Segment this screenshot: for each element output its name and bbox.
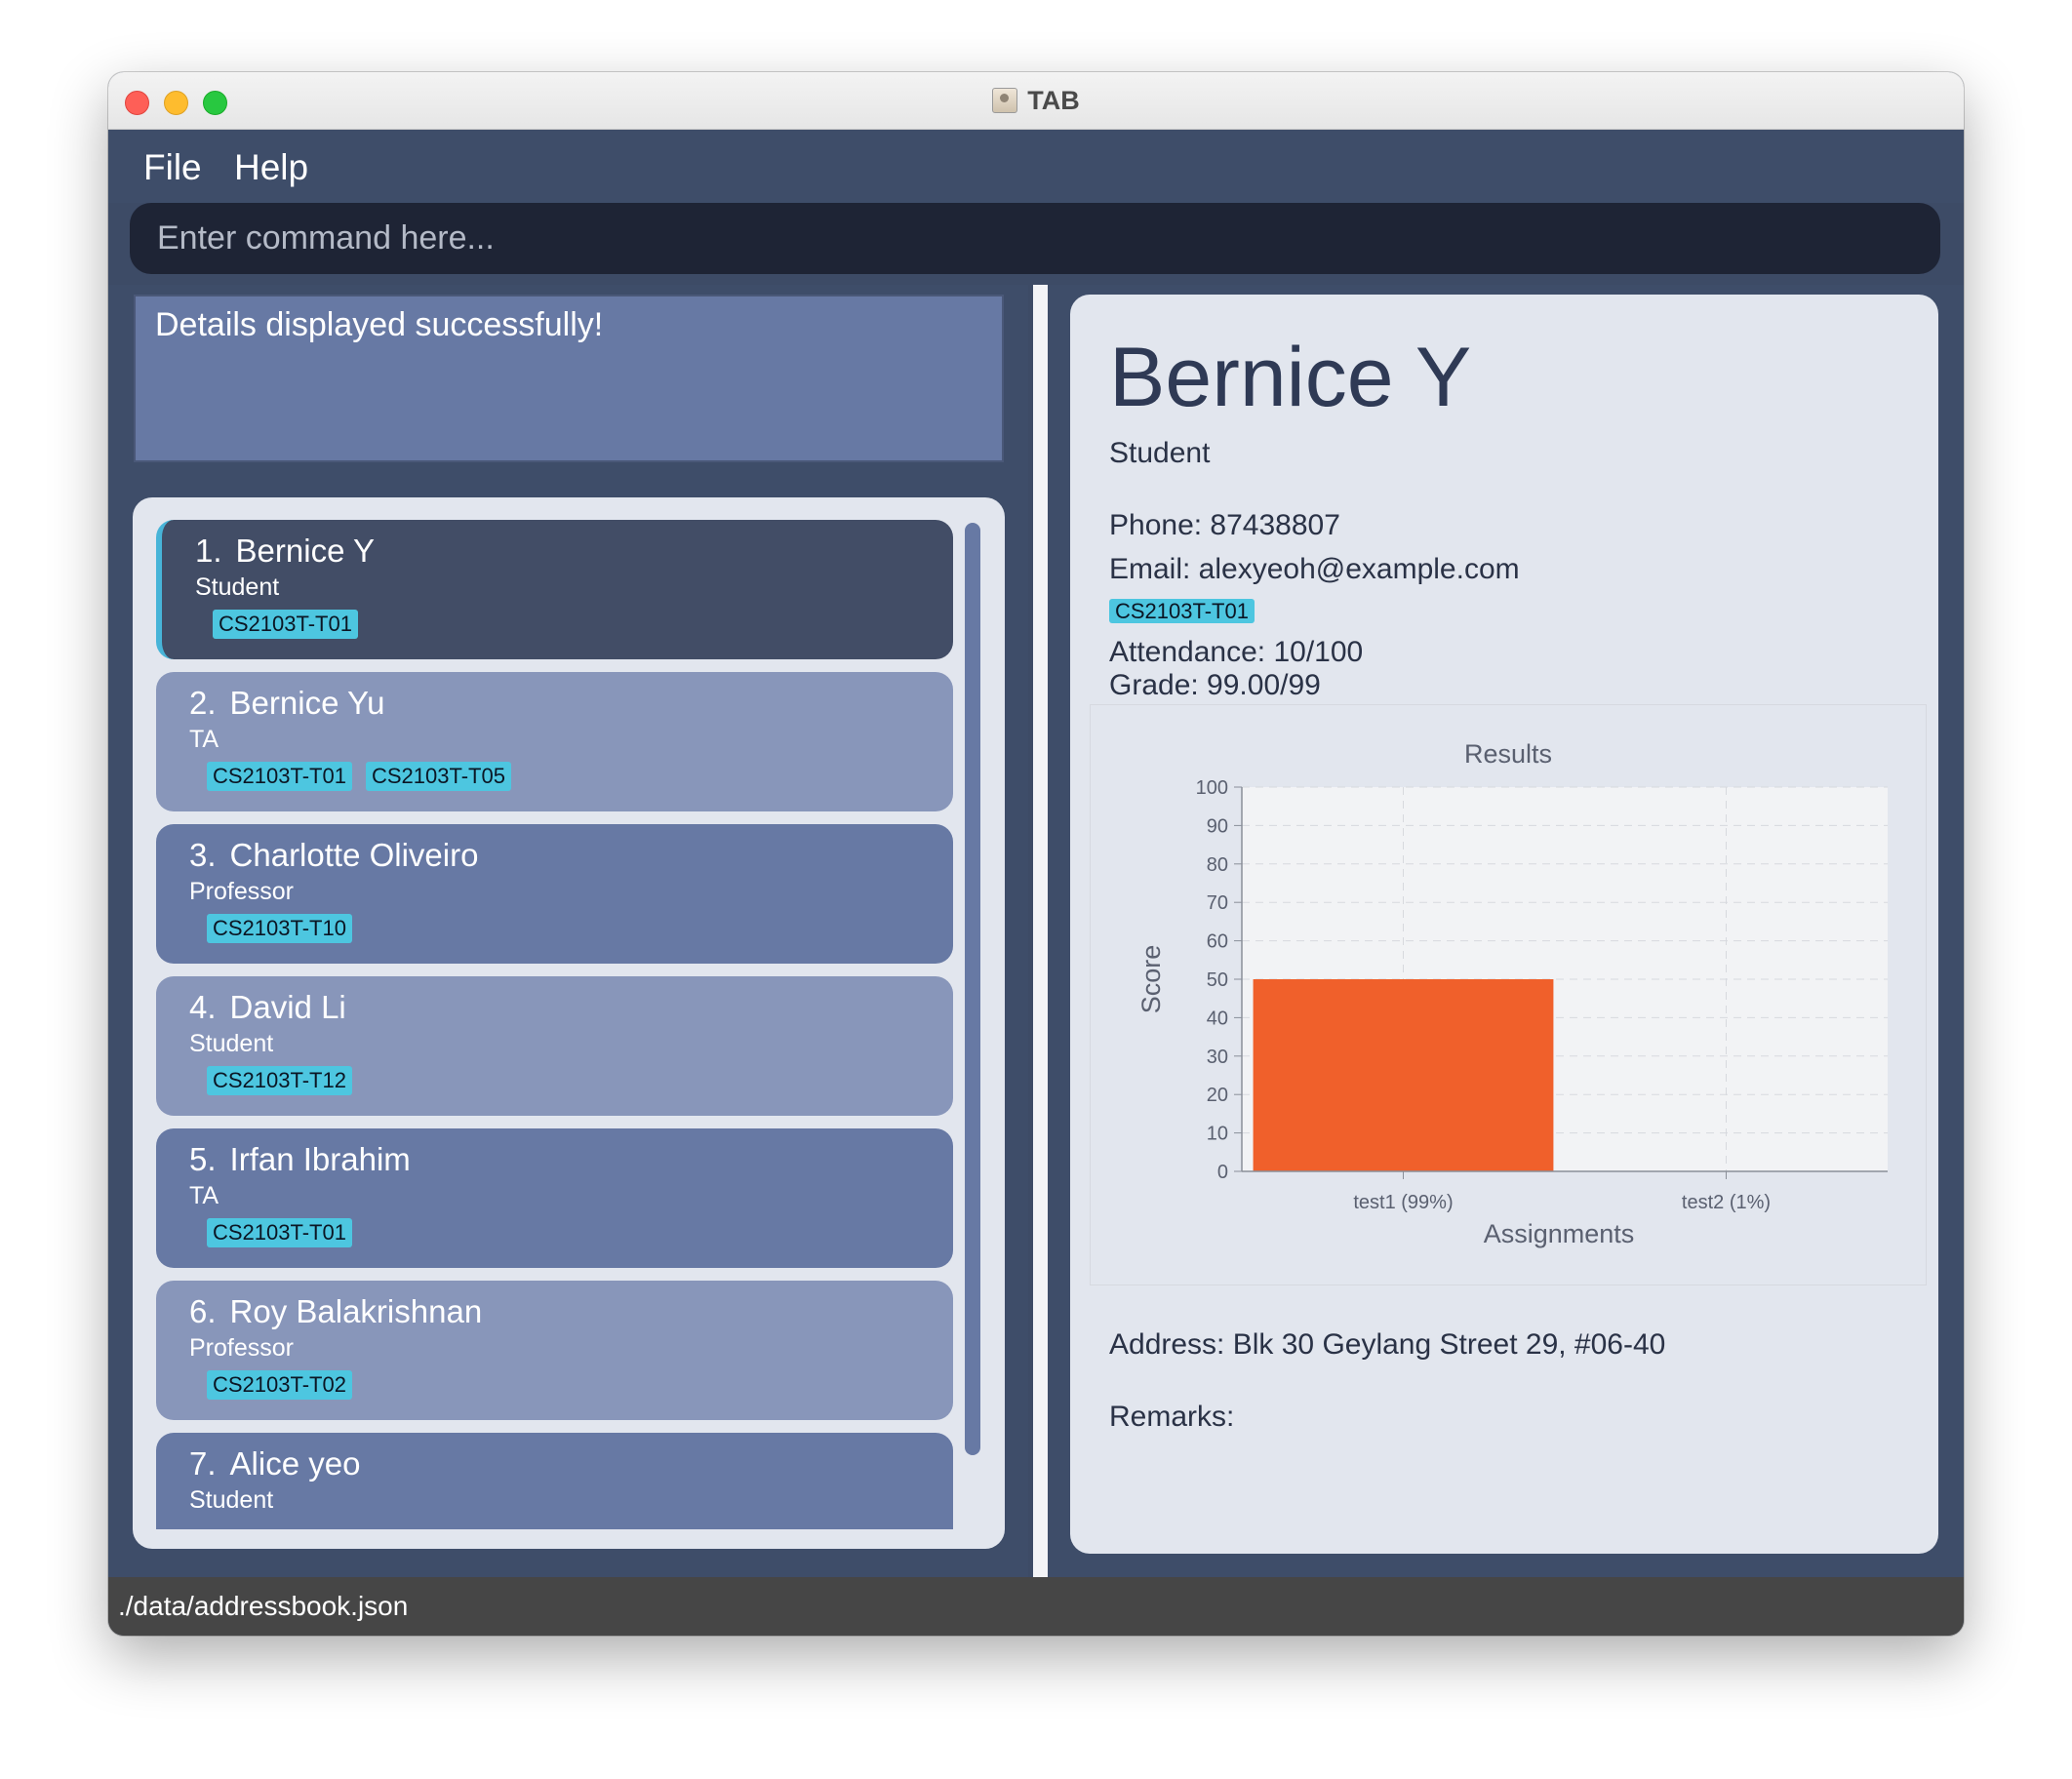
bar-1 <box>1253 979 1554 1171</box>
right-column: Bernice Y Student Phone: 87438807 Email:… <box>1048 285 1964 1577</box>
tag-badge: CS2103T-T01 <box>213 610 358 639</box>
person-card-name-text: Bernice Yu <box>229 685 385 721</box>
person-card-role: TA <box>189 1182 219 1209</box>
person-card-role: Student <box>189 1030 274 1057</box>
menu-help[interactable]: Help <box>234 147 308 188</box>
left-column: Details displayed successfully! 1. Bernic… <box>108 285 1028 1577</box>
person-card-index: 3. <box>189 837 217 873</box>
person-card[interactable]: 3. Charlotte Oliveiro Professor CS2103T-T10 <box>156 824 953 964</box>
person-card-tags: CS2103T-T02 <box>189 1370 920 1400</box>
person-card-role: Student <box>195 573 280 601</box>
results-chart-svg: 0 10 20 30 40 50 60 70 80 90 100 test1 (99%) test2 … <box>1136 739 1888 1248</box>
detail-tag: CS2103T-T01 <box>1109 599 1255 623</box>
command-box <box>130 203 1940 274</box>
person-card[interactable]: 7. Alice yeo Student <box>156 1433 953 1529</box>
person-card-index: 7. <box>189 1445 217 1482</box>
chart-title: Results <box>1464 739 1552 769</box>
window-title: TAB <box>1027 85 1080 115</box>
person-card-name: 3. Charlotte Oliveiro <box>189 834 920 877</box>
y-tick-label: 60 <box>1207 931 1228 953</box>
menu-file[interactable]: File <box>143 147 202 188</box>
person-card-index: 1. <box>195 533 222 569</box>
tag-badge: CS2103T-T10 <box>207 914 352 943</box>
person-card-name-text: Charlotte Oliveiro <box>229 837 479 873</box>
person-list-panel: 1. Bernice Y Student CS2103T-T01 2. Bernice Y… <box>133 497 1005 1549</box>
title-bar: TAB <box>108 72 1964 130</box>
person-card-index: 4. <box>189 989 217 1025</box>
y-tick-label: 30 <box>1207 1047 1228 1068</box>
person-card[interactable]: 2. Bernice Yu TA CS2103T-T01 CS2103T-T05 <box>156 672 953 811</box>
status-bar: ./data/addressbook.json <box>108 1577 1964 1636</box>
person-card-name-text: Alice yeo <box>229 1445 361 1482</box>
person-card-index: 5. <box>189 1141 217 1177</box>
person-card-tags: CS2103T-T01 <box>195 610 920 639</box>
detail-email: Email: alexyeoh@example.com <box>1109 553 1520 585</box>
app-window: TAB File Help Details displayed successf… <box>108 72 1964 1636</box>
person-card-tags: CS2103T-T12 <box>189 1066 920 1095</box>
detail-attendance: Attendance: 10/100 <box>1109 636 1364 668</box>
detail-phone: Phone: 87438807 <box>1109 509 1340 541</box>
person-card-name: 4. David Li <box>189 986 920 1029</box>
person-card-name: 1. Bernice Y <box>195 530 920 573</box>
person-card-index: 6. <box>189 1293 217 1329</box>
person-card-name-text: Bernice Y <box>235 533 376 569</box>
y-tick-label: 0 <box>1217 1162 1228 1183</box>
person-detail-panel: Bernice Y Student Phone: 87438807 Email:… <box>1070 295 1938 1554</box>
x-tick-label: test1 (99%) <box>1353 1192 1453 1213</box>
person-card[interactable]: 1. Bernice Y Student CS2103T-T01 <box>156 520 953 659</box>
chart-y-label: Score <box>1136 945 1166 1014</box>
y-tick-label: 70 <box>1207 892 1228 914</box>
status-file-path: ./data/addressbook.json <box>118 1591 409 1621</box>
person-card-name: 5. Irfan Ibrahim <box>189 1138 920 1181</box>
person-card-name-text: David Li <box>229 989 346 1025</box>
tag-badge: CS2103T-T05 <box>365 762 511 791</box>
detail-grade: Grade: 99.00/99 <box>1109 669 1321 701</box>
person-card[interactable]: 4. David Li Student CS2103T-T12 <box>156 976 953 1116</box>
person-card-tags: CS2103T-T10 <box>189 914 920 943</box>
person-card-tags: CS2103T-T01 <box>189 1218 920 1247</box>
y-tick-label: 90 <box>1207 815 1228 837</box>
y-tick-label: 40 <box>1207 1008 1228 1029</box>
person-card-role: Professor <box>189 878 294 905</box>
person-card-role: Professor <box>189 1334 294 1362</box>
detail-remarks: Remarks: <box>1109 1401 1235 1433</box>
tag-badge: CS2103T-T12 <box>207 1066 352 1095</box>
person-card-role: TA <box>189 726 219 753</box>
x-tick-label: test2 (1%) <box>1682 1192 1771 1213</box>
results-chart: 0 10 20 30 40 50 60 70 80 90 100 test1 (99%) test2 … <box>1090 704 1927 1285</box>
y-tick-label: 80 <box>1207 854 1228 876</box>
app-icon <box>992 88 1018 113</box>
command-input[interactable] <box>155 218 1940 258</box>
detail-role: Student <box>1109 437 1211 469</box>
person-card-tags: CS2103T-T01 CS2103T-T05 <box>189 762 920 791</box>
result-message: Details displayed successfully! <box>155 306 604 343</box>
y-tick-label: 20 <box>1207 1085 1228 1106</box>
person-card-name-text: Irfan Ibrahim <box>229 1141 411 1177</box>
split-divider[interactable] <box>1033 285 1048 1577</box>
chart-x-label: Assignments <box>1484 1219 1635 1248</box>
detail-address: Address: Blk 30 Geylang Street 29, #06-4… <box>1109 1328 1666 1361</box>
detail-name: Bernice Y <box>1109 331 1472 424</box>
person-card-name: 6. Roy Balakrishnan <box>189 1290 920 1333</box>
y-tick-label: 100 <box>1196 777 1228 799</box>
result-display: Details displayed successfully! <box>134 295 1004 462</box>
tag-badge: CS2103T-T01 <box>207 1218 352 1247</box>
list-scrollbar[interactable] <box>965 523 980 1455</box>
y-tick-label: 50 <box>1207 969 1228 991</box>
tag-badge: CS2103T-T01 <box>207 762 352 791</box>
tag-badge: CS2103T-T02 <box>207 1370 352 1400</box>
person-card-name: 7. Alice yeo <box>189 1443 920 1485</box>
person-card[interactable]: 5. Irfan Ibrahim TA CS2103T-T01 <box>156 1128 953 1268</box>
y-tick-label: 10 <box>1207 1124 1228 1145</box>
person-card-name: 2. Bernice Yu <box>189 682 920 725</box>
menu-bar: File Help <box>108 130 1964 274</box>
person-list[interactable]: 1. Bernice Y Student CS2103T-T01 2. Bernice Y… <box>156 520 953 1529</box>
person-card[interactable]: 6. Roy Balakrishnan Professor CS2103T-T02 <box>156 1281 953 1420</box>
person-card-index: 2. <box>189 685 217 721</box>
person-card-name-text: Roy Balakrishnan <box>229 1293 483 1329</box>
person-card-role: Student <box>189 1486 274 1514</box>
